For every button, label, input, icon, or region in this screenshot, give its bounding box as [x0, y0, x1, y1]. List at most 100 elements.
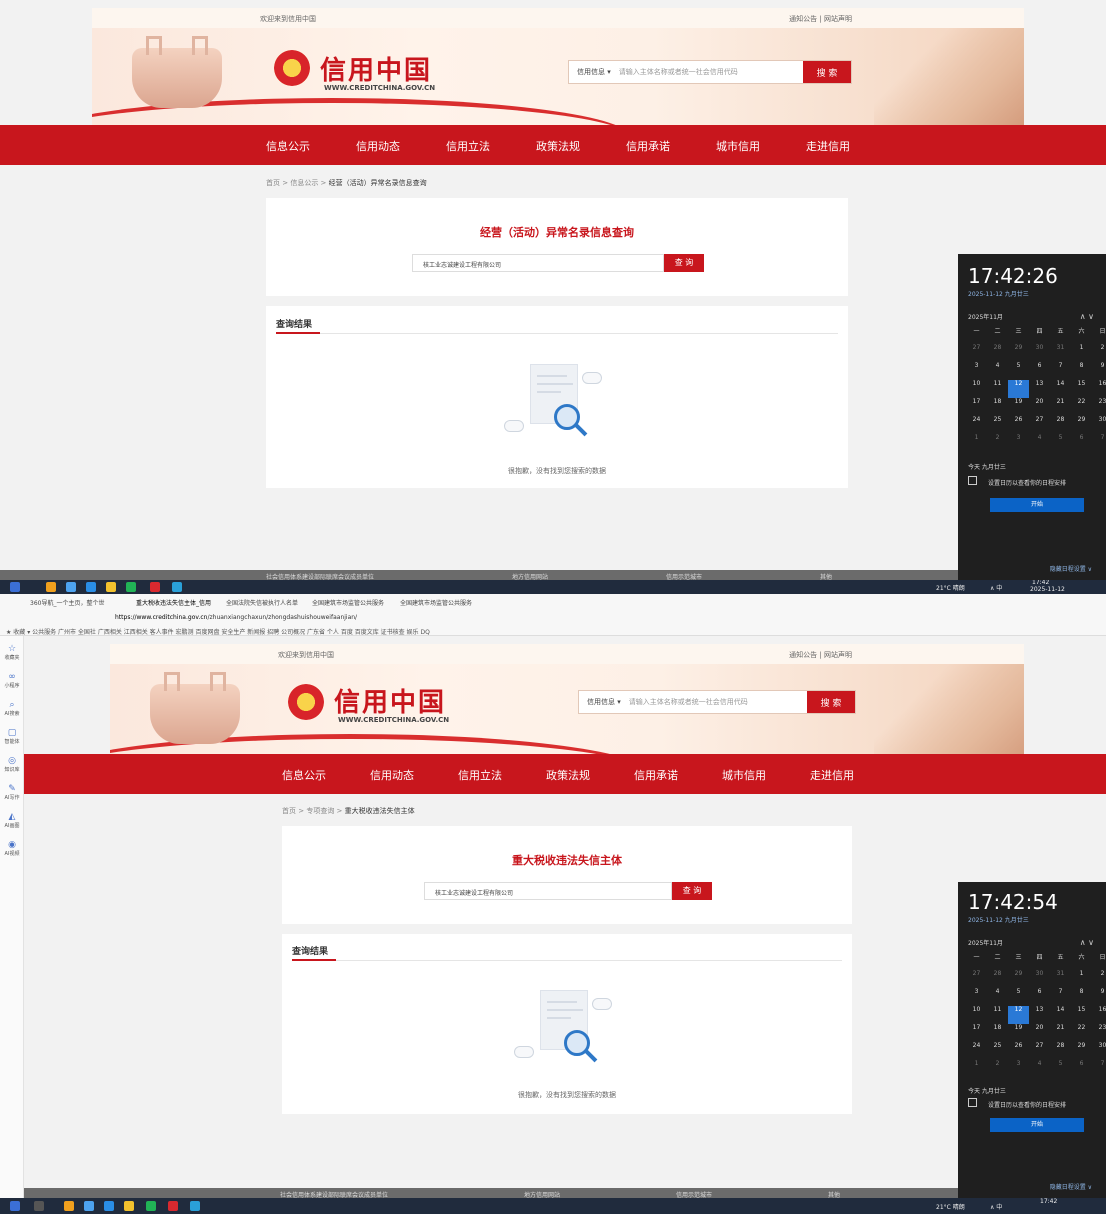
app-icon[interactable] — [46, 582, 56, 592]
calendar-day[interactable]: 22 — [1071, 398, 1092, 416]
calendar-day[interactable]: 6 — [1029, 988, 1050, 1006]
calendar-day[interactable]: 29 — [1008, 344, 1029, 362]
search-icon[interactable] — [10, 582, 20, 592]
calendar-day[interactable]: 4 — [1029, 434, 1050, 452]
calendar-day[interactable]: 13 — [1029, 1006, 1050, 1024]
calendar-day[interactable]: 15 — [1071, 380, 1092, 398]
calendar-month[interactable]: 2025年11月 — [968, 938, 1003, 947]
bookmarks-bar[interactable]: ★ 收藏 ▾ 公共服务 广州市 全国社 广西相关 江西相关 客人事件 宏鹏测 百… — [6, 627, 666, 636]
month-nav-arrows[interactable]: ∧ ∨ — [1080, 312, 1094, 321]
calendar-day[interactable]: 26 — [1008, 1042, 1029, 1060]
calendar-day[interactable]: 27 — [966, 970, 987, 988]
site-logo[interactable]: 信用中国 — [334, 682, 446, 719]
sidebar-ai-write[interactable]: ✎ AI写作 — [0, 784, 24, 801]
calendar-day[interactable]: 19 — [1008, 398, 1029, 416]
notice-link[interactable]: 通知公告 — [789, 15, 817, 23]
calendar-day[interactable]: 14 — [1050, 1006, 1071, 1024]
calendar-day[interactable]: 5 — [1050, 434, 1071, 452]
calendar-day[interactable]: 17 — [966, 398, 987, 416]
folder-icon[interactable] — [106, 582, 116, 592]
wps-icon[interactable] — [150, 582, 160, 592]
calendar-day[interactable]: 7 — [1092, 434, 1106, 452]
calendar-day[interactable]: 22 — [1071, 1024, 1092, 1042]
calendar-day[interactable]: 17 — [966, 1024, 987, 1042]
calendar-day[interactable]: 6 — [1071, 1060, 1092, 1078]
calendar-day[interactable]: 23 — [1092, 398, 1106, 416]
start-button[interactable]: 开始 — [990, 1118, 1084, 1132]
search-category-select[interactable]: 信用信息 ▾ — [569, 67, 619, 77]
hide-agenda-link[interactable]: 隐藏日程设置 ∨ — [1050, 564, 1092, 573]
calendar-day[interactable]: 5 — [1008, 362, 1029, 380]
browser-tab[interactable]: 全国建筑市场监管公共服务 — [312, 598, 388, 608]
nav-item[interactable]: 信用动态 — [370, 767, 414, 783]
search-category-select[interactable]: 信用信息 ▾ — [579, 697, 629, 707]
calendar-day[interactable]: 30 — [1092, 1042, 1106, 1060]
calendar-day[interactable]: 28 — [1050, 416, 1071, 434]
calendar-day[interactable]: 7 — [1050, 362, 1071, 380]
taskbar-time[interactable]: 17:42 — [1032, 579, 1049, 586]
calendar-day[interactable]: 19 — [1008, 1024, 1029, 1042]
calendar-day[interactable]: 28 — [987, 970, 1008, 988]
app-icon[interactable] — [86, 582, 96, 592]
sidebar-ai-video[interactable]: ◉ AI视频 — [0, 840, 24, 857]
calendar-day[interactable]: 14 — [1050, 380, 1071, 398]
query-button[interactable]: 查 询 — [672, 882, 712, 900]
start-button[interactable]: 开始 — [990, 498, 1084, 512]
calendar-day[interactable]: 11 — [987, 1006, 1008, 1024]
calendar-day[interactable]: 1 — [1071, 344, 1092, 362]
nav-item[interactable]: 城市信用 — [716, 138, 760, 154]
calendar-day[interactable]: 24 — [966, 1042, 987, 1060]
taskbar-time[interactable]: 17:42 — [1040, 1198, 1057, 1205]
nav-item[interactable]: 政策法规 — [536, 138, 580, 154]
browser-tab[interactable]: 全国法院失信被执行人名单 — [226, 598, 302, 608]
browser-tab[interactable]: 360导航_一个主页，整个世 — [30, 598, 116, 608]
calendar-day[interactable]: 21 — [1050, 398, 1071, 416]
app-icon[interactable] — [84, 1201, 94, 1211]
calendar-day[interactable]: 2 — [1092, 344, 1106, 362]
month-nav-arrows[interactable]: ∧ ∨ — [1080, 938, 1094, 947]
calendar-day[interactable]: 16 — [1092, 1006, 1106, 1024]
clock-date[interactable]: 2025-11-12 九月廿三 — [968, 915, 1029, 924]
calendar-day[interactable]: 28 — [1050, 1042, 1071, 1060]
query-input[interactable]: 核工业志诚建设工程有限公司 — [424, 882, 672, 900]
weather-widget[interactable]: 21°C 晴朗 — [936, 1202, 965, 1211]
nav-item[interactable]: 走进信用 — [806, 138, 850, 154]
calendar-day[interactable]: 7 — [1050, 988, 1071, 1006]
calendar-day[interactable]: 9 — [1092, 988, 1106, 1006]
query-button[interactable]: 查 询 — [664, 254, 704, 272]
nav-item[interactable]: 政策法规 — [546, 767, 590, 783]
calendar-day[interactable]: 30 — [1092, 416, 1106, 434]
calendar-day[interactable]: 7 — [1092, 1060, 1106, 1078]
calendar-day[interactable]: 28 — [987, 344, 1008, 362]
calendar-day[interactable]: 29 — [1071, 1042, 1092, 1060]
calendar-day[interactable]: 31 — [1050, 970, 1071, 988]
query-input[interactable]: 核工业志诚建设工程有限公司 — [412, 254, 664, 272]
nav-item[interactable]: 信息公示 — [266, 138, 310, 154]
weather-widget[interactable]: 21°C 晴朗 — [936, 583, 965, 592]
folder-icon[interactable] — [124, 1201, 134, 1211]
calendar-day[interactable]: 24 — [966, 416, 987, 434]
calendar-month[interactable]: 2025年11月 — [968, 312, 1003, 321]
search-icon[interactable] — [34, 1201, 44, 1211]
app-icon[interactable] — [190, 1201, 200, 1211]
nav-item[interactable]: 信息公示 — [282, 767, 326, 783]
sidebar-knowledge[interactable]: ◎ 知识库 — [0, 756, 24, 773]
statement-link[interactable]: 网站声明 — [824, 651, 852, 659]
calendar-day[interactable]: 8 — [1071, 362, 1092, 380]
sidebar-agent[interactable]: ▢ 智能体 — [0, 728, 24, 745]
calendar-day[interactable]: 12 — [1008, 1006, 1029, 1024]
calendar-day[interactable]: 3 — [1008, 434, 1029, 452]
system-tray[interactable]: ∧ 中 — [990, 583, 1002, 592]
calendar-day[interactable]: 26 — [1008, 416, 1029, 434]
calendar-day[interactable]: 30 — [1029, 970, 1050, 988]
calendar-day[interactable]: 15 — [1071, 1006, 1092, 1024]
calendar-day[interactable]: 27 — [966, 344, 987, 362]
app-icon[interactable] — [64, 1201, 74, 1211]
search-button[interactable]: 搜 索 — [803, 61, 851, 83]
calendar-day[interactable]: 10 — [966, 1006, 987, 1024]
nav-item[interactable]: 信用立法 — [458, 767, 502, 783]
calendar-day[interactable]: 16 — [1092, 380, 1106, 398]
app-icon[interactable] — [66, 582, 76, 592]
calendar-day[interactable]: 27 — [1029, 416, 1050, 434]
hide-agenda-link[interactable]: 隐藏日程设置 ∨ — [1050, 1182, 1092, 1191]
